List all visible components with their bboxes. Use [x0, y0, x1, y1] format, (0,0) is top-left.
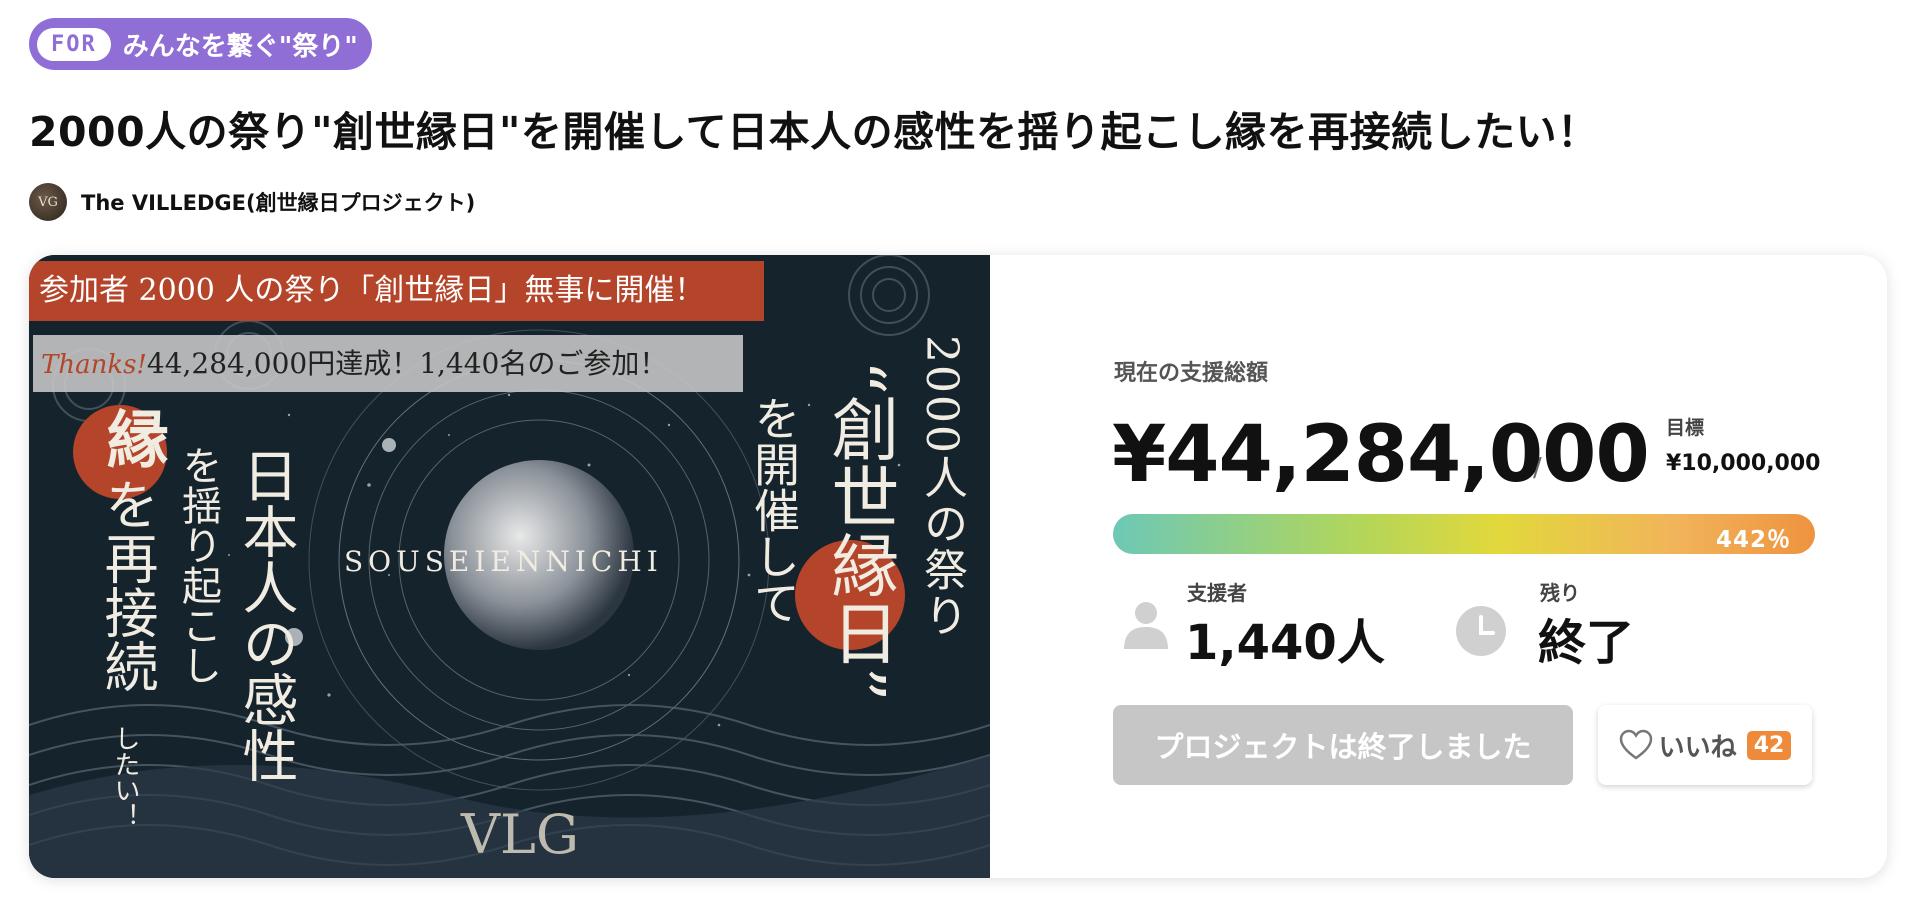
project-owner[interactable]: VG The VILLEDGE(創世縁日プロジェクト)	[29, 183, 475, 221]
hero-left-col1b: したい！	[110, 725, 140, 829]
hero-left-col3: 日本人の感性	[233, 447, 298, 783]
total-label: 現在の支援総額	[1114, 361, 1269, 386]
funding-panel: 現在の支援総額 ¥44,284,000 / 目標 ¥10,000,000 442…	[990, 255, 1887, 878]
hero-left-col1: を再接続	[95, 477, 158, 693]
remaining-value: 終了	[1538, 615, 1635, 671]
supporters-value: 1,440人	[1185, 615, 1385, 671]
remaining-label: 残り	[1540, 581, 1580, 605]
hero-center-text: SOUSEIENNICHI	[344, 545, 663, 578]
amount-separator: /	[1533, 453, 1542, 483]
tag-prefix: FOR	[37, 27, 111, 61]
hero-logo: VLG	[461, 803, 579, 866]
clock-icon	[1456, 606, 1506, 656]
like-count-badge: 42	[1746, 730, 1792, 760]
project-card: 参加者 2000 人の祭り「創世縁日」無事に開催！ Thanks!44,284,…	[29, 255, 1887, 878]
progress-bar: 442％	[1113, 514, 1815, 554]
hero-image: 参加者 2000 人の祭り「創世縁日」無事に開催！ Thanks!44,284,…	[29, 255, 990, 878]
hero-left-col2: を揺り起こし	[175, 445, 221, 685]
total-amount: ¥44,284,000	[1112, 410, 1650, 500]
owner-name[interactable]: The VILLEDGE(創世縁日プロジェクト)	[81, 187, 475, 217]
tag-label: みんなを繋ぐ"祭り"	[122, 31, 358, 62]
heart-icon	[1619, 729, 1652, 760]
hero-right-col2: “創世縁日”	[819, 360, 898, 702]
like-button[interactable]: いいね 42	[1598, 705, 1812, 785]
project-title: 2000人の祭り"創世縁日"を開催して日本人の感性を揺り起こし縁を再接続したい！	[29, 108, 1599, 156]
category-tag[interactable]: FOR みんなを繋ぐ"祭り"	[29, 18, 372, 70]
supporters-label: 支援者	[1187, 581, 1247, 605]
goal-amount: ¥10,000,000	[1666, 451, 1821, 476]
progress-percent: 442％	[1715, 527, 1791, 553]
hero-banner-top: 参加者 2000 人の祭り「創世縁日」無事に開催！	[29, 261, 764, 321]
user-icon	[1124, 602, 1168, 649]
avatar[interactable]: VG	[29, 183, 67, 221]
hero-banner-second-text: 44,284,000円達成！1,440名のご参加！	[146, 347, 668, 380]
hero-right-col1: を開催して	[747, 395, 801, 625]
project-ended-button: プロジェクトは終了しました	[1113, 705, 1573, 785]
hero-left-circle-char: 縁	[96, 407, 169, 469]
hero-banner-second: Thanks!44,284,000円達成！1,440名のご参加！	[33, 335, 743, 392]
hero-thanks-script: Thanks!	[41, 350, 147, 380]
hero-right-col3: 2000人の祭り	[916, 335, 967, 639]
like-label: いいね	[1658, 732, 1737, 763]
goal-label: 目標	[1666, 417, 1705, 439]
